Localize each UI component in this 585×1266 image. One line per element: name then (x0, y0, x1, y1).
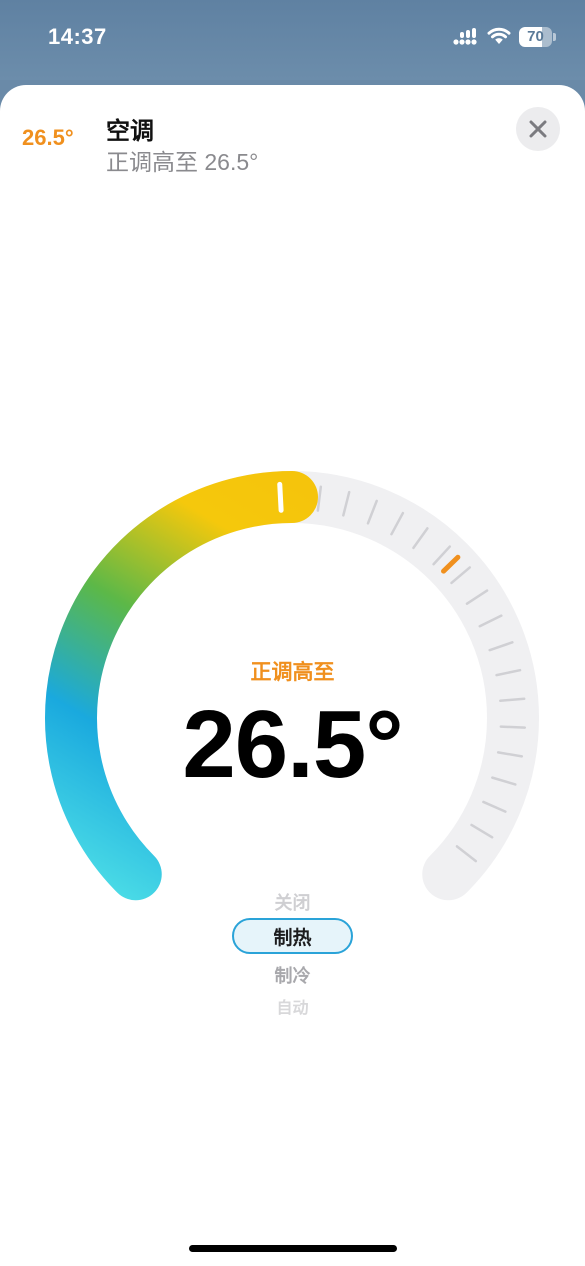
mode-heat-label: 制热 (273, 927, 312, 949)
wifi-icon (487, 27, 511, 44)
target-temperature-value: 26.5° (182, 691, 403, 798)
mode-option-auto[interactable]: 自动 (0, 994, 585, 1018)
mode-option-off[interactable]: 关闭 (0, 889, 585, 915)
battery-level-text: 70 (527, 28, 544, 45)
signal-icon (453, 28, 477, 45)
home-indicator[interactable] (189, 1245, 397, 1252)
status-bar: 14:37 70 (0, 0, 585, 80)
status-time: 14:37 (48, 24, 107, 49)
mode-option-cool[interactable]: 制冷 (0, 962, 585, 988)
mode-option-heat-selected[interactable]: 制热 (232, 918, 353, 954)
battery-icon: 70 (519, 27, 557, 47)
climate-control-sheet: 26.5° 空调 正调高至 26.5° 正调高至 26.5° 关闭 制热 制冷 … (0, 85, 585, 1266)
dial-handle (277, 481, 284, 513)
target-label: 正调高至 (250, 661, 335, 684)
